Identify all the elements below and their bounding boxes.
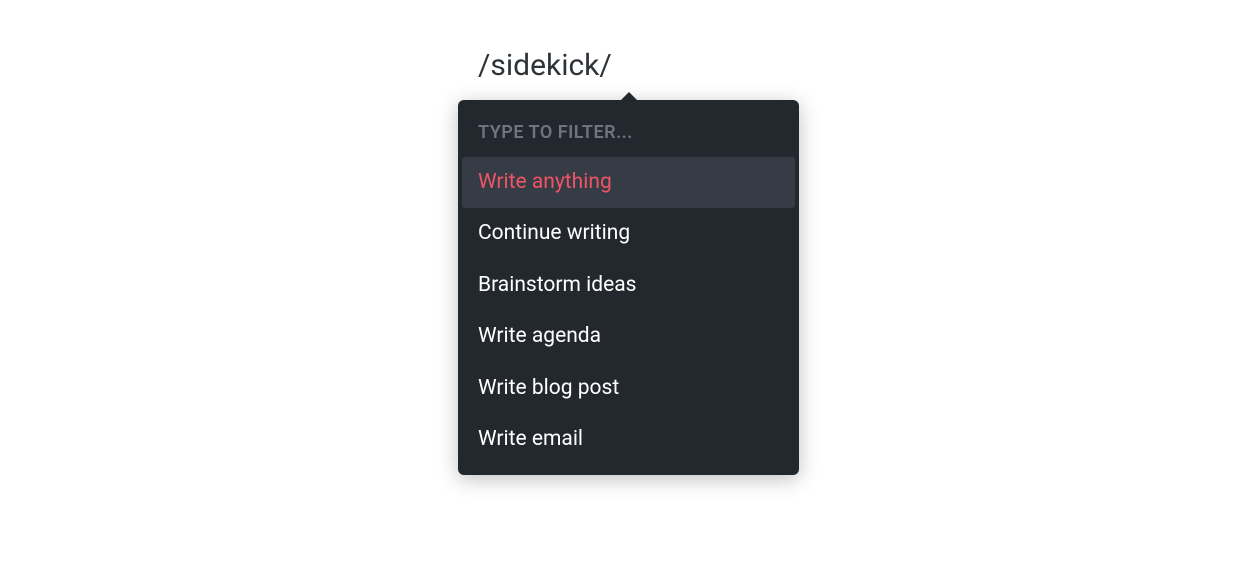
- menu-item-write-email[interactable]: Write email: [462, 414, 795, 465]
- dropdown-caret-icon: [620, 92, 638, 101]
- page-container: /sidekick/ TYPE TO FILTER... Write anyth…: [0, 0, 1257, 576]
- slash-command-text: /sidekick/: [478, 48, 612, 83]
- menu-item-write-anything[interactable]: Write anything: [462, 157, 795, 208]
- command-dropdown: TYPE TO FILTER... Write anything Continu…: [458, 100, 799, 475]
- command-menu-list: Write anything Continue writing Brainsto…: [458, 157, 799, 475]
- menu-item-continue-writing[interactable]: Continue writing: [462, 208, 795, 259]
- menu-item-brainstorm-ideas[interactable]: Brainstorm ideas: [462, 260, 795, 311]
- filter-input[interactable]: TYPE TO FILTER...: [458, 100, 799, 157]
- menu-item-write-blog-post[interactable]: Write blog post: [462, 363, 795, 414]
- menu-item-write-agenda[interactable]: Write agenda: [462, 311, 795, 362]
